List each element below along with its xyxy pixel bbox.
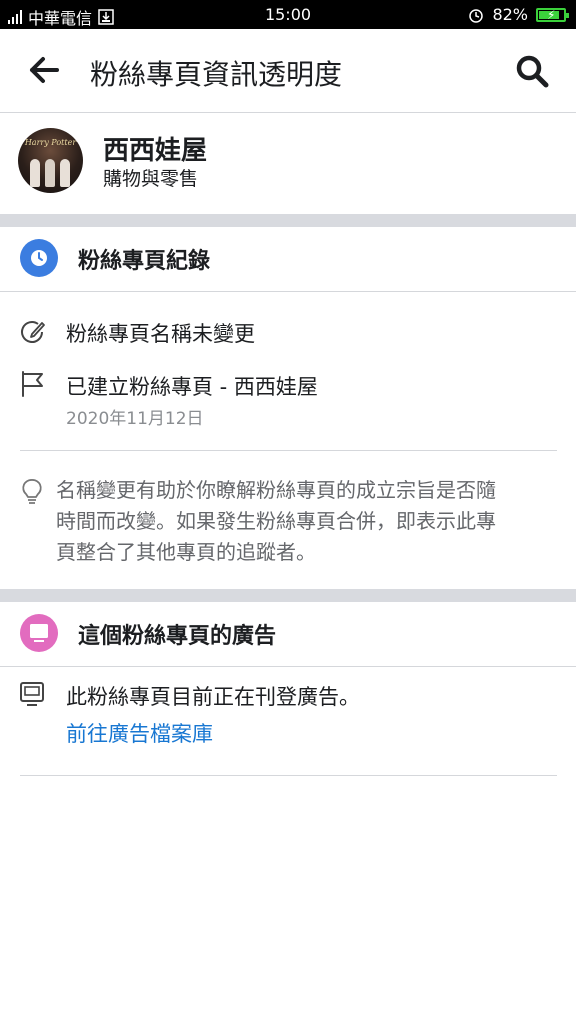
section-separator xyxy=(0,214,576,227)
info-line: 時間而改變。如果發生粉絲專頁合併，即表示此專 xyxy=(56,509,496,533)
info-line: 頁整合了其他專頁的追蹤者。 xyxy=(56,540,316,564)
history-title: 粉絲專頁紀錄 xyxy=(78,249,211,274)
avatar[interactable]: Harry Potter xyxy=(18,128,83,193)
charging-icon: ⚡ xyxy=(547,7,556,22)
monitor-icon xyxy=(20,614,58,652)
search-icon[interactable] xyxy=(514,53,550,89)
name-change-status: 粉絲專頁名稱未變更 xyxy=(66,322,255,346)
ad-library-link[interactable]: 前往廣告檔案庫 xyxy=(66,718,213,748)
history-section-header: 粉絲專頁紀錄 xyxy=(0,227,576,292)
status-bar: 中華電信 15:00 82% ⚡ xyxy=(0,0,576,29)
page-profile[interactable]: Harry Potter 西西娃屋 購物與零售 xyxy=(0,112,576,214)
flag-icon xyxy=(22,371,43,397)
divider xyxy=(20,450,557,451)
back-arrow-icon[interactable] xyxy=(28,55,60,85)
alarm-icon xyxy=(469,8,484,23)
battery-percent: 82% xyxy=(492,5,528,24)
ad-screen-icon xyxy=(20,682,44,706)
lightbulb-icon xyxy=(22,479,42,504)
status-right: 82% ⚡ xyxy=(468,5,569,24)
battery-icon: ⚡ xyxy=(536,7,569,22)
clock-icon xyxy=(20,239,58,277)
refresh-edit-icon xyxy=(21,321,45,343)
divider xyxy=(20,775,557,776)
ads-title: 這個粉絲專頁的廣告 xyxy=(78,624,277,649)
created-date: 2020年11月12日 xyxy=(66,409,204,429)
avatar-logo: Harry Potter xyxy=(24,138,77,147)
page-category: 購物與零售 xyxy=(103,168,199,190)
page-created: 已建立粉絲專頁 - 西西娃屋 xyxy=(66,375,318,399)
info-line: 名稱變更有助於你瞭解粉絲專頁的成立宗旨是否隨 xyxy=(56,478,496,502)
page-title: 粉絲專頁資訊透明度 xyxy=(90,58,343,91)
ads-status: 此粉絲專頁目前正在刊登廣告。 xyxy=(66,685,360,709)
app-header: 粉絲專頁資訊透明度 xyxy=(0,29,576,113)
section-separator xyxy=(0,589,576,602)
page-name: 西西娃屋 xyxy=(103,136,208,166)
name-change-info: 名稱變更有助於你瞭解粉絲專頁的成立宗旨是否隨 時間而改變。如果發生粉絲專頁合併，… xyxy=(56,475,556,568)
ads-section-header: 這個粉絲專頁的廣告 xyxy=(0,602,576,667)
